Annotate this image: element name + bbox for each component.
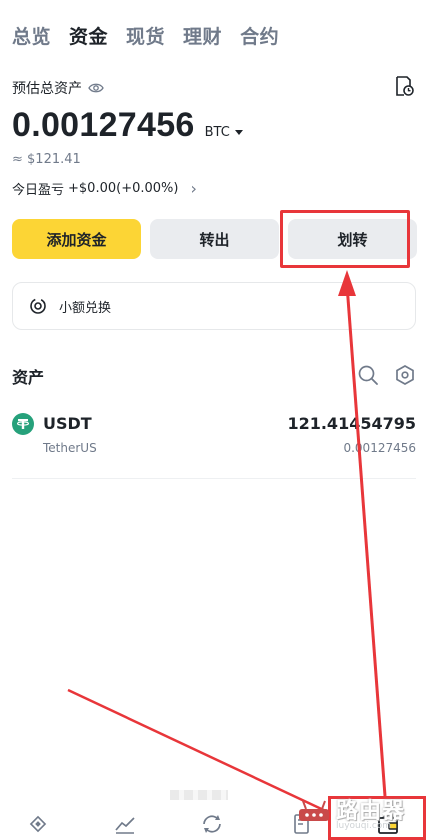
eye-icon[interactable] (88, 82, 104, 94)
blurred-text (170, 790, 228, 800)
usd-value: ≈ $121.41 (12, 152, 81, 167)
tab-overview[interactable]: 总览 (12, 22, 51, 49)
small-swap-label: 小额兑换 (59, 300, 112, 316)
asset-row-usdt[interactable]: USDT TetherUS 121.41454795 0.00127456 (12, 410, 416, 460)
currency-selector[interactable]: BTC (205, 125, 243, 140)
asset-symbol: USDT (43, 414, 92, 433)
pnl-value: +$0.00(+0.00%) (68, 181, 179, 196)
router-logo-icon (299, 800, 329, 821)
caret-down-icon (234, 130, 243, 135)
markets-icon[interactable] (113, 812, 137, 836)
assets-title: 资产 (12, 368, 45, 387)
asset-amount: 121.41454795 (287, 414, 416, 433)
small-swap-card[interactable]: 小额兑换 (12, 282, 416, 330)
search-icon[interactable] (357, 364, 379, 386)
transfer-out-button[interactable]: 转出 (150, 219, 279, 259)
divider (12, 478, 416, 479)
settings-icon[interactable] (395, 364, 415, 386)
trade-icon[interactable] (200, 812, 224, 836)
home-icon[interactable] (26, 812, 50, 836)
history-icon[interactable] (393, 75, 415, 97)
transfer-highlight-box (280, 210, 410, 268)
tether-icon (12, 413, 34, 435)
arrow-to-transfer (345, 284, 387, 797)
estimated-balance-header: 预估总资产 (12, 78, 104, 98)
watermark-domain: luyouqi.com (336, 821, 392, 831)
watermark: 路由器 luyouqi.com (292, 793, 429, 837)
estimated-balance-label: 预估总资产 (12, 81, 82, 97)
add-funds-button[interactable]: 添加资金 (12, 219, 141, 259)
today-pnl[interactable]: 今日盈亏 +$0.00(+0.00%) › (12, 179, 197, 198)
swap-icon (30, 298, 46, 314)
chevron-right-icon: › (190, 179, 197, 198)
total-balance: 0.00127456 (12, 106, 195, 144)
tab-earn[interactable]: 理财 (183, 22, 222, 49)
tab-funding[interactable]: 资金 (69, 22, 108, 49)
asset-btc-value: 0.00127456 (343, 441, 416, 455)
pnl-label: 今日盈亏 (12, 183, 65, 198)
top-tabs: 总览 资金 现货 理财 合约 (12, 22, 279, 49)
balance-row: 0.00127456 BTC (12, 106, 243, 145)
currency-label: BTC (204, 125, 230, 140)
tab-spot[interactable]: 现货 (126, 22, 165, 49)
tab-futures[interactable]: 合约 (240, 22, 279, 49)
asset-name: TetherUS (43, 441, 97, 455)
